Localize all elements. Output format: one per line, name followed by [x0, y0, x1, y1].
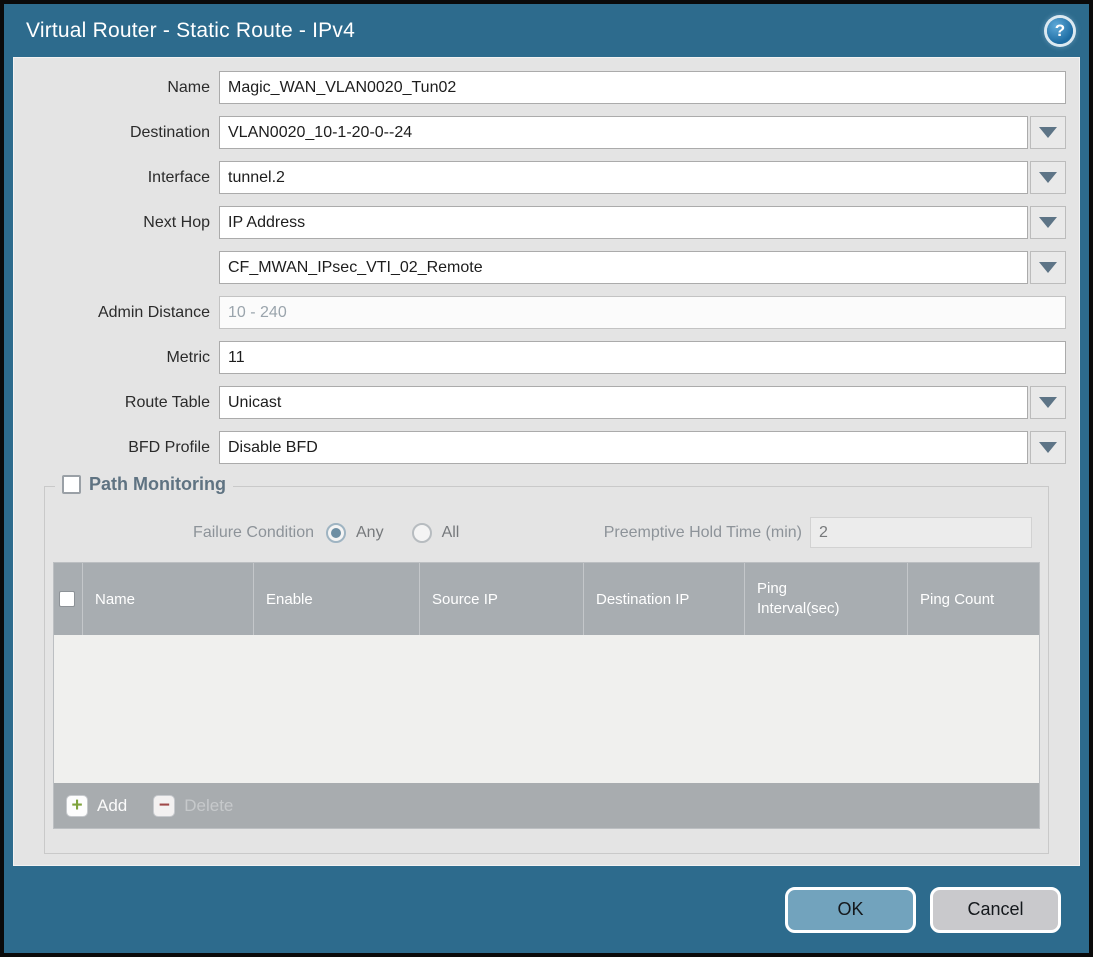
path-monitoring-checkbox[interactable]: [62, 475, 81, 494]
table-header-name[interactable]: Name: [82, 563, 253, 635]
cancel-button[interactable]: Cancel: [930, 887, 1061, 933]
chevron-down-icon: [1039, 217, 1057, 228]
table-header-ping-interval[interactable]: Ping Interval(sec): [744, 563, 907, 635]
admin-distance-input[interactable]: [219, 296, 1066, 329]
dialog-footer: OK Cancel: [4, 866, 1089, 953]
route-table-input[interactable]: [219, 386, 1028, 419]
radio-all-icon: [412, 523, 432, 543]
field-row-next-hop-address: [27, 251, 1066, 284]
name-input[interactable]: [219, 71, 1066, 104]
chevron-down-icon: [1039, 262, 1057, 273]
table-header-destination-ip[interactable]: Destination IP: [583, 563, 744, 635]
delete-button-label: Delete: [184, 796, 233, 816]
preemptive-hold-time-group: Preemptive Hold Time (min): [604, 517, 1032, 548]
preemptive-hold-time-input[interactable]: [810, 517, 1032, 548]
path-monitoring-legend: Path Monitoring: [55, 474, 233, 495]
radio-any-icon: [326, 523, 346, 543]
preemptive-hold-time-label: Preemptive Hold Time (min): [604, 524, 810, 542]
table-header-source-ip[interactable]: Source IP: [419, 563, 583, 635]
add-button[interactable]: + Add: [66, 795, 127, 817]
field-row-bfd-profile: BFD Profile: [27, 431, 1066, 464]
metric-input[interactable]: [219, 341, 1066, 374]
field-row-next-hop: Next Hop: [27, 206, 1066, 239]
destination-dropdown-button[interactable]: [1030, 116, 1066, 149]
table-header-ping-count[interactable]: Ping Count: [907, 563, 1039, 635]
field-row-admin-distance: Admin Distance: [27, 296, 1066, 329]
field-row-metric: Metric: [27, 341, 1066, 374]
next-hop-address-dropdown-button[interactable]: [1030, 251, 1066, 284]
failure-condition-any-option[interactable]: Any: [326, 523, 384, 543]
help-icon[interactable]: ?: [1047, 18, 1073, 44]
delete-button[interactable]: − Delete: [153, 795, 233, 817]
field-row-name: Name: [27, 71, 1066, 104]
dialog-title: Virtual Router - Static Route - IPv4: [26, 19, 355, 43]
table-header-enable[interactable]: Enable: [253, 563, 419, 635]
bfd-profile-input[interactable]: [219, 431, 1028, 464]
field-row-interface: Interface: [27, 161, 1066, 194]
table-header-row: Name Enable Source IP Destination IP Pin…: [54, 563, 1039, 635]
chevron-down-icon: [1039, 172, 1057, 183]
interface-input[interactable]: [219, 161, 1028, 194]
failure-condition-row: Failure Condition Any All Preemptive Hol…: [61, 517, 1032, 548]
next-hop-type-input[interactable]: [219, 206, 1028, 239]
failure-condition-all-option[interactable]: All: [412, 523, 460, 543]
dialog-titlebar: Virtual Router - Static Route - IPv4 ?: [4, 4, 1089, 57]
dialog-body: Name Destination Interface Next Hop: [13, 57, 1080, 866]
field-row-destination: Destination: [27, 116, 1066, 149]
radio-all-label: All: [442, 524, 460, 542]
select-all-checkbox[interactable]: [59, 591, 75, 607]
path-monitoring-title: Path Monitoring: [89, 474, 226, 495]
table-toolbar: + Add − Delete: [54, 783, 1039, 828]
field-row-route-table: Route Table: [27, 386, 1066, 419]
minus-icon: −: [153, 795, 175, 817]
chevron-down-icon: [1039, 397, 1057, 408]
route-table-label: Route Table: [27, 394, 219, 412]
route-table-dropdown-button[interactable]: [1030, 386, 1066, 419]
admin-distance-label: Admin Distance: [27, 304, 219, 322]
radio-any-label: Any: [356, 524, 384, 542]
table-header-select-all[interactable]: [54, 563, 82, 635]
path-monitoring-section: Path Monitoring Failure Condition Any Al…: [44, 486, 1049, 854]
next-hop-address-input[interactable]: [219, 251, 1028, 284]
add-button-label: Add: [97, 796, 127, 816]
name-label: Name: [27, 79, 219, 97]
metric-label: Metric: [27, 349, 219, 367]
chevron-down-icon: [1039, 127, 1057, 138]
failure-condition-radio-group: Any All: [326, 523, 459, 543]
interface-label: Interface: [27, 169, 219, 187]
destination-label: Destination: [27, 124, 219, 142]
next-hop-label: Next Hop: [27, 214, 219, 232]
bfd-profile-label: BFD Profile: [27, 439, 219, 457]
failure-condition-label: Failure Condition: [61, 524, 326, 542]
interface-dropdown-button[interactable]: [1030, 161, 1066, 194]
chevron-down-icon: [1039, 442, 1057, 453]
destination-input[interactable]: [219, 116, 1028, 149]
plus-icon: +: [66, 795, 88, 817]
next-hop-type-dropdown-button[interactable]: [1030, 206, 1066, 239]
static-route-dialog: Virtual Router - Static Route - IPv4 ? N…: [0, 0, 1093, 957]
bfd-profile-dropdown-button[interactable]: [1030, 431, 1066, 464]
path-monitoring-table: Name Enable Source IP Destination IP Pin…: [53, 562, 1040, 829]
table-body-empty: [54, 635, 1039, 783]
ok-button[interactable]: OK: [785, 887, 916, 933]
